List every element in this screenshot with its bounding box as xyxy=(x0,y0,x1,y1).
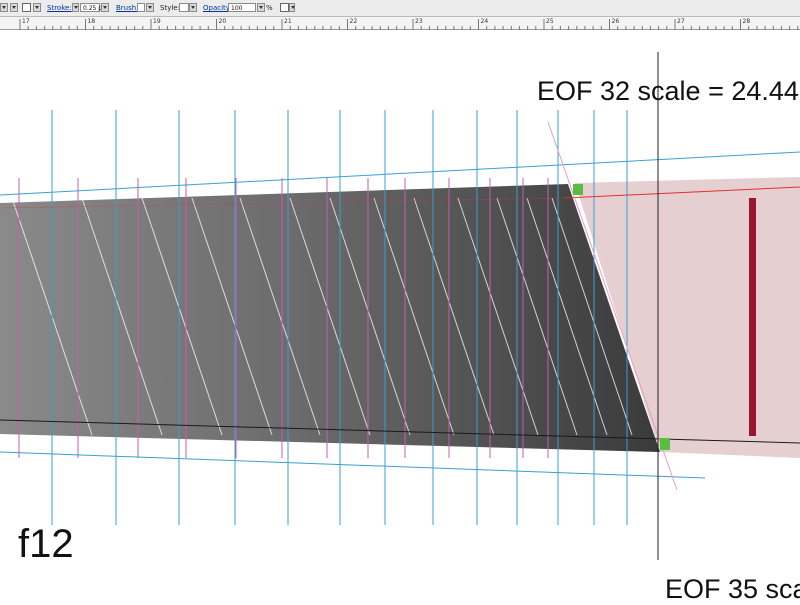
ruler-number: 25 xyxy=(546,18,554,25)
opacity-unit: % xyxy=(266,4,273,12)
ruler-number: 27 xyxy=(677,18,685,25)
style-field[interactable] xyxy=(179,3,189,12)
brush-label: Brush: xyxy=(116,4,139,12)
ruler-number: 18 xyxy=(87,18,96,25)
scale-label-top: EOF 32 scale = 24.44 xyxy=(537,76,799,106)
stroke-label: Stroke: xyxy=(47,4,72,12)
stroke-width-dropdown[interactable] xyxy=(101,3,109,12)
opacity-dropdown[interactable] xyxy=(257,3,265,12)
stroke-width-field[interactable]: 0.25 p xyxy=(80,3,102,12)
ruler-number: 28 xyxy=(742,18,751,25)
scale-label-bottom: EOF 35 sca xyxy=(665,574,800,604)
style-label: Style: xyxy=(160,4,180,12)
ruler-number: 21 xyxy=(284,18,292,25)
red-marker-bar[interactable] xyxy=(749,198,756,436)
style-dropdown[interactable] xyxy=(189,3,197,12)
stroke-color-dropdown[interactable] xyxy=(33,3,41,12)
stroke-color-swatch[interactable] xyxy=(22,3,31,12)
selection-handle-bottom[interactable] xyxy=(660,438,670,450)
bottom-slant-guide xyxy=(0,451,706,479)
stroke-spinner[interactable] xyxy=(72,3,79,12)
drawing-canvas[interactable] xyxy=(0,30,800,600)
ruler-number: 19 xyxy=(153,18,161,25)
ruler-number: 20 xyxy=(218,18,227,25)
selection-handle-top[interactable] xyxy=(573,184,583,195)
opacity-field[interactable]: 100 xyxy=(228,3,256,12)
brush-field[interactable] xyxy=(137,3,145,12)
ruler-number: 24 xyxy=(480,18,489,25)
properties-toolbar: Stroke: 0.25 p Brush: Style: Opacity: 10… xyxy=(0,0,800,17)
brush-dropdown[interactable] xyxy=(146,3,154,12)
frame-label: f12 xyxy=(18,522,74,566)
ruler-number: 22 xyxy=(349,18,358,25)
ruler-number: 17 xyxy=(22,18,30,25)
horizontal-ruler[interactable]: 17 18 19 20 21 22 23 24 25 26 27 28 xyxy=(0,17,800,30)
ruler-number: 26 xyxy=(611,18,620,25)
ruler-number: 23 xyxy=(415,18,423,25)
align-dropdown[interactable] xyxy=(289,3,295,12)
fill-dropdown[interactable] xyxy=(10,3,18,12)
align-icon[interactable] xyxy=(280,3,289,12)
tool-dropdown[interactable] xyxy=(0,3,8,12)
